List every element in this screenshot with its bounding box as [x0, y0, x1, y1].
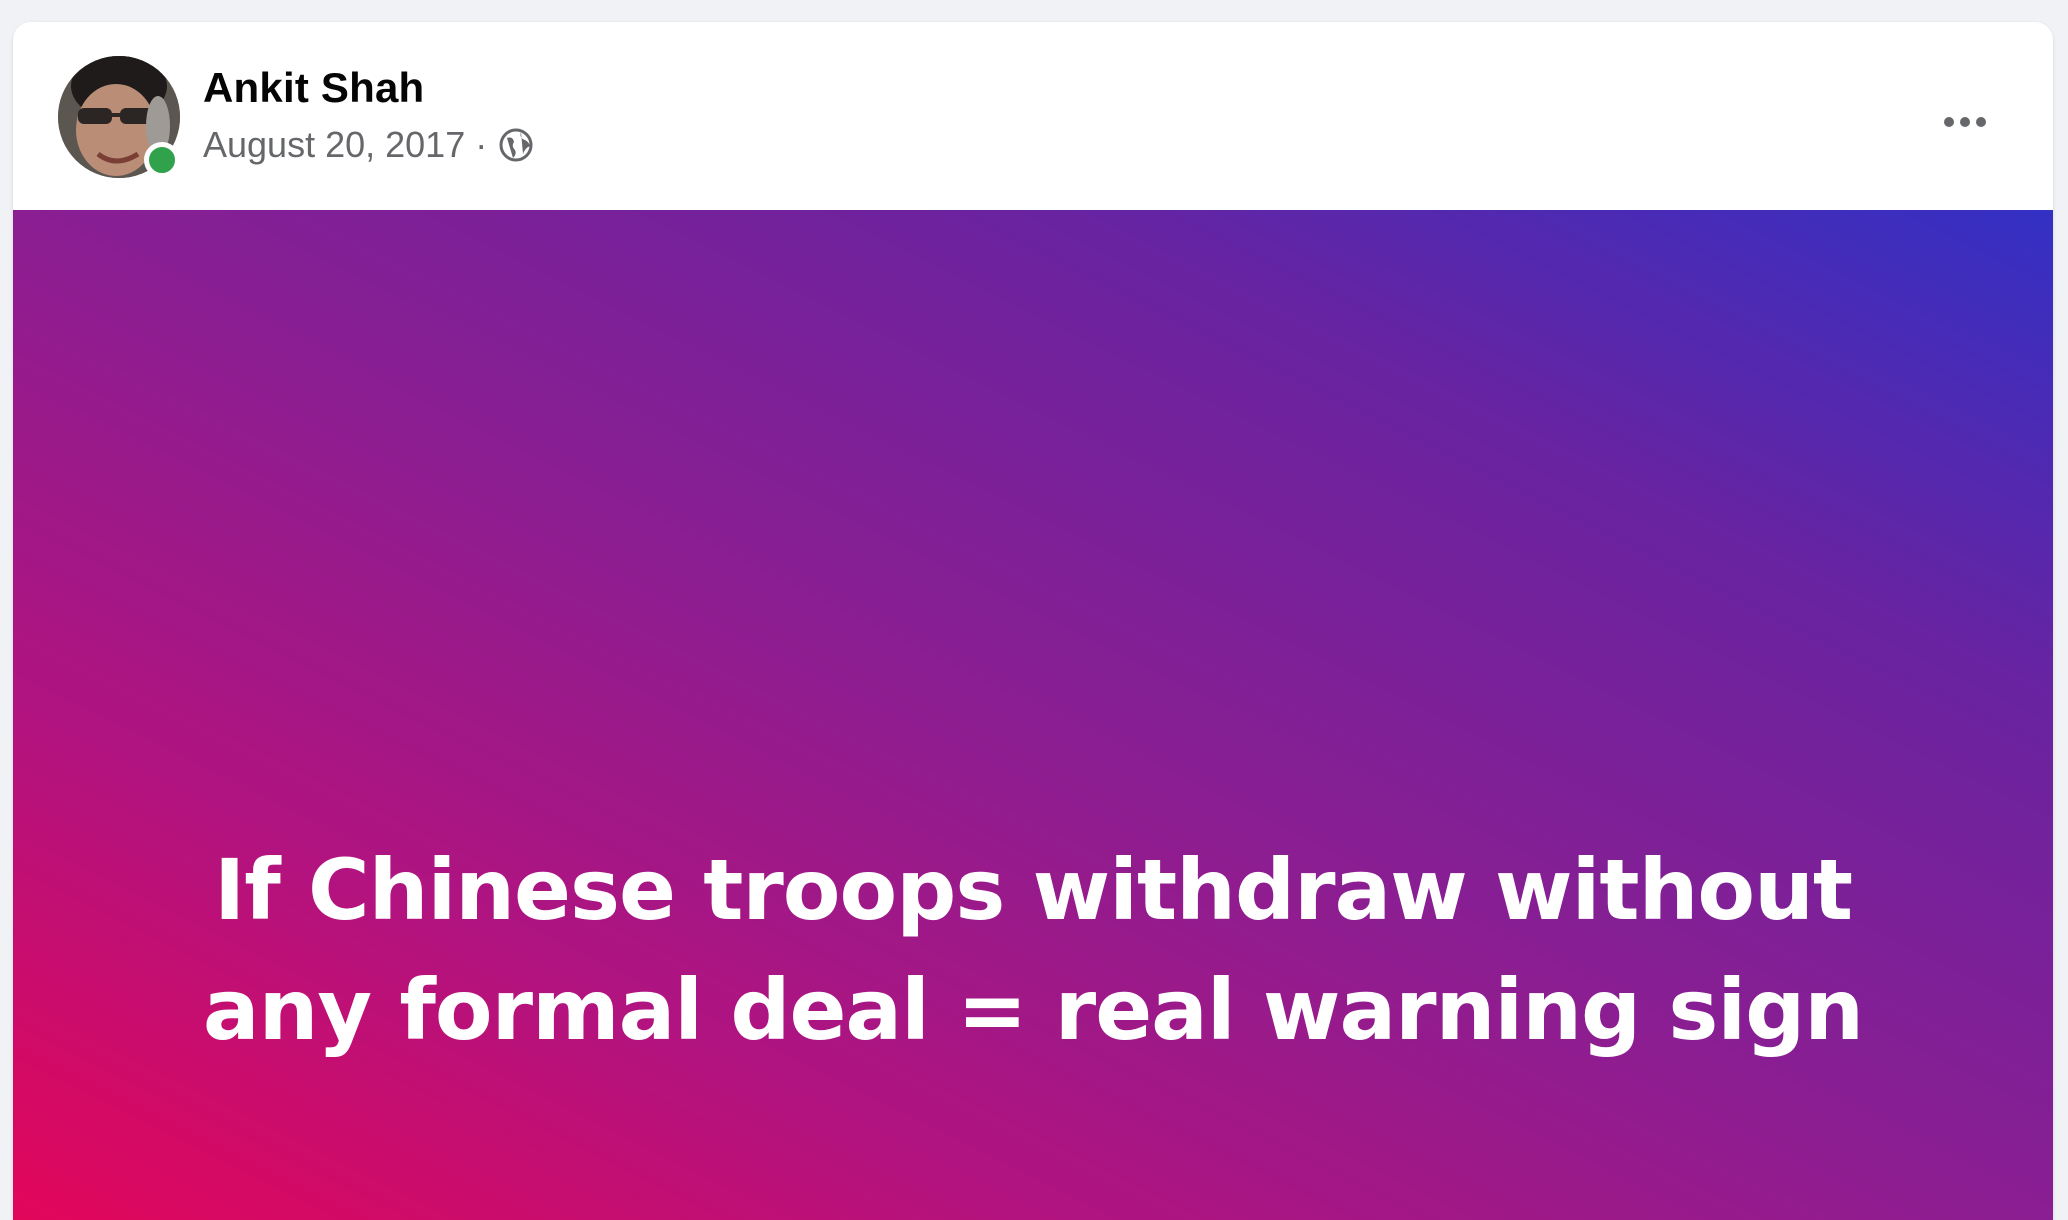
more-dot [1960, 117, 1970, 127]
post-card: Ankit Shah August 20, 2017 · If Chinese … [13, 22, 2053, 1220]
meta-separator: · [475, 124, 488, 165]
post-text: If Chinese troops withdraw without any f… [202, 841, 1864, 1059]
globe-icon[interactable] [497, 126, 535, 164]
more-options-button[interactable] [1925, 92, 2005, 152]
more-horizontal-icon [1944, 117, 1954, 127]
author-avatar[interactable] [58, 56, 180, 178]
post-date[interactable]: August 20, 2017 [203, 124, 465, 166]
post-content-background[interactable]: If Chinese troops withdraw without any f… [13, 210, 2053, 1220]
online-status-dot [144, 142, 180, 178]
post-meta: August 20, 2017 · [203, 124, 535, 166]
author-name[interactable]: Ankit Shah [203, 64, 424, 112]
post-header: Ankit Shah August 20, 2017 · [13, 22, 2053, 210]
more-dot [1976, 117, 1986, 127]
